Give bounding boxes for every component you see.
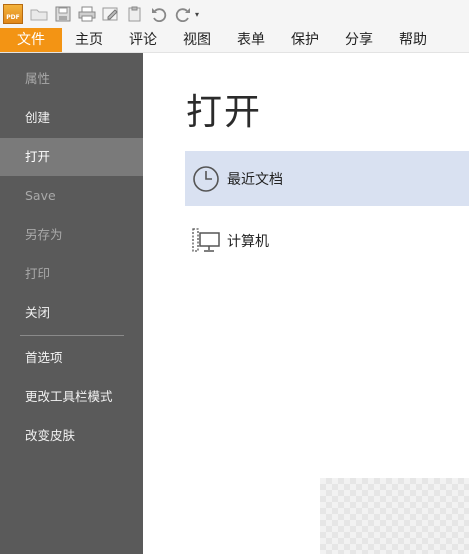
open-option-computer[interactable]: 计算机 [185, 213, 469, 268]
sidebar-item-toolbar-mode[interactable]: 更改工具栏模式 [0, 378, 143, 416]
menu-protect[interactable]: 保护 [278, 28, 332, 52]
save-icon[interactable] [52, 3, 74, 25]
menu-help[interactable]: 帮助 [386, 28, 440, 52]
menu-file[interactable]: 文件 [0, 28, 62, 52]
paste-icon[interactable] [124, 3, 146, 25]
app-logo-text: PDF [6, 14, 20, 21]
sidebar-item-preferences[interactable]: 首选项 [0, 339, 143, 377]
clock-icon [191, 164, 221, 194]
menu-form[interactable]: 表单 [224, 28, 278, 52]
undo-icon[interactable] [148, 3, 170, 25]
pixelated-corner [320, 478, 469, 554]
sidebar-item-open[interactable]: 打开 [0, 138, 143, 176]
menu-home[interactable]: 主页 [62, 28, 116, 52]
open-folder-icon[interactable] [28, 3, 50, 25]
computer-label: 计算机 [227, 233, 269, 250]
sidebar-item-close[interactable]: 关闭 [0, 294, 143, 332]
sidebar-item-save[interactable]: Save [0, 177, 143, 215]
file-backstage-sidebar: 属性 创建 打开 Save 另存为 打印 关闭 首选项 更改工具栏模式 改变皮肤 [0, 53, 143, 554]
sidebar-divider [20, 335, 124, 336]
sidebar-item-create[interactable]: 创建 [0, 99, 143, 137]
page-title: 打开 [186, 92, 263, 133]
sidebar-item-print[interactable]: 打印 [0, 255, 143, 293]
sidebar-item-save-as[interactable]: 另存为 [0, 216, 143, 254]
menu-share[interactable]: 分享 [332, 28, 386, 52]
menu-comment[interactable]: 评论 [116, 28, 170, 52]
redo-icon[interactable] [172, 3, 194, 25]
customize-dropdown-icon[interactable]: ▾ [195, 10, 199, 19]
sidebar-item-change-skin[interactable]: 改变皮肤 [0, 417, 143, 455]
sidebar-item-properties[interactable]: 属性 [0, 60, 143, 98]
open-option-recent-documents[interactable]: 最近文档 [185, 151, 469, 206]
quick-access-toolbar: PDF ▾ [0, 0, 469, 28]
edit-icon[interactable] [100, 3, 122, 25]
menu-bar: 文件 主页 评论 视图 表单 保护 分享 帮助 [0, 28, 469, 53]
app-logo-icon[interactable]: PDF [3, 4, 23, 24]
recent-documents-label: 最近文档 [227, 171, 283, 188]
print-icon[interactable] [76, 3, 98, 25]
menu-view[interactable]: 视图 [170, 28, 224, 52]
computer-icon [191, 226, 221, 256]
